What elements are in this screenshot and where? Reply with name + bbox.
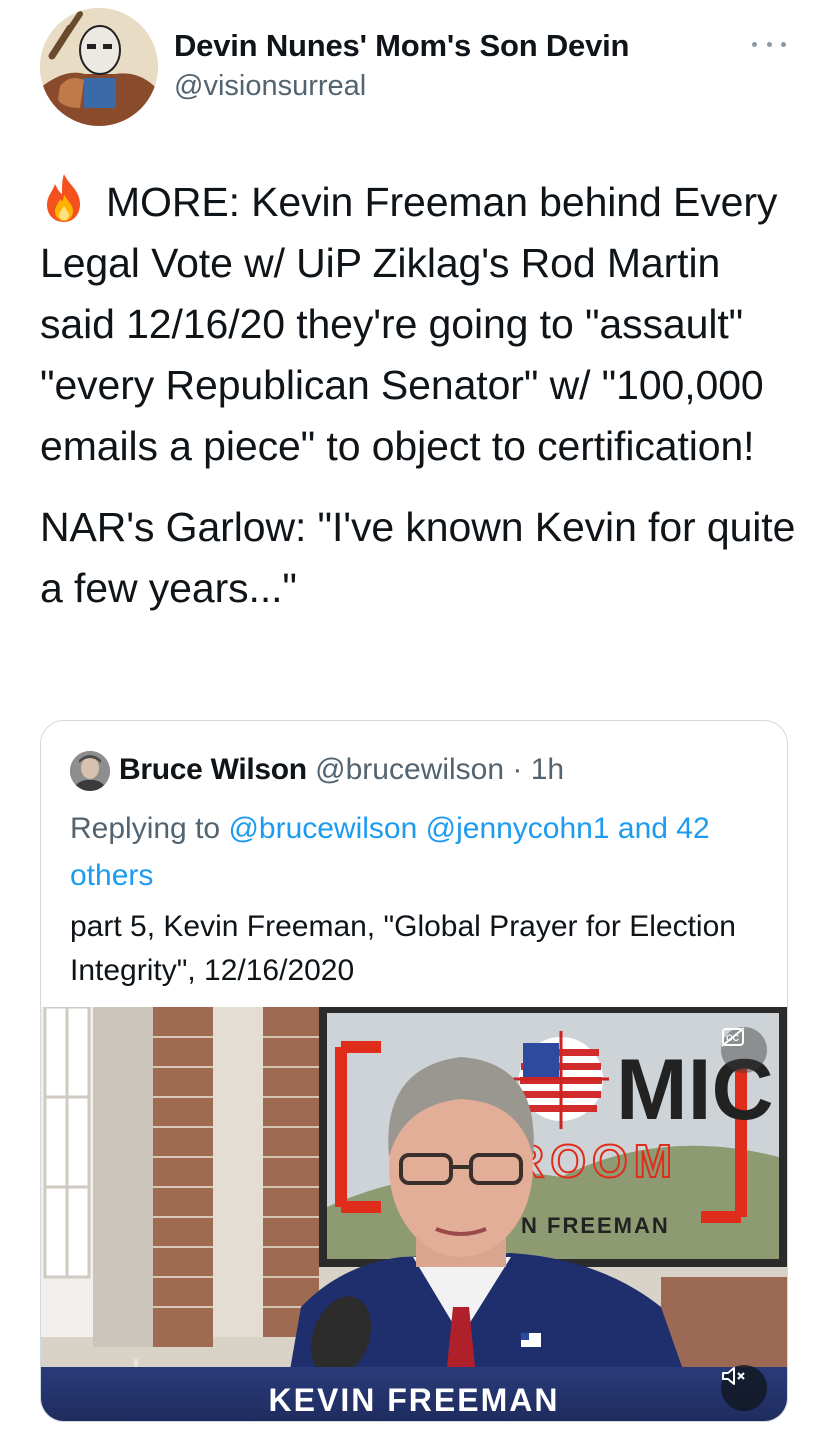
author-handle[interactable]: @visionsurreal xyxy=(174,70,366,103)
tweet-paragraph-2: NAR's Garlow: "I've known Kevin for quit… xyxy=(40,504,796,611)
tweet-text: MORE: Kevin Freeman behind Every Legal V… xyxy=(40,172,800,619)
fire-icon xyxy=(40,172,88,224)
video-player[interactable]: MIC ROOM N FREEMAN KEVIN FREEMAN xyxy=(41,1007,787,1421)
tweet-paragraph-1: MORE: Kevin Freeman behind Every Legal V… xyxy=(40,179,778,469)
quoted-text: part 5, Kevin Freeman, "Global Prayer fo… xyxy=(70,910,736,987)
closed-captions-icon[interactable]: CC xyxy=(721,1027,767,1073)
more-options-icon[interactable] xyxy=(752,36,786,52)
author-name[interactable]: Devin Nunes' Mom's Son Devin xyxy=(174,28,629,64)
speaker-muted-icon[interactable] xyxy=(721,1365,767,1411)
video-lower-third: KEVIN FREEMAN xyxy=(41,1367,787,1421)
quoted-author-name[interactable]: Bruce Wilson xyxy=(119,753,307,786)
quoted-timestamp[interactable]: · 1h xyxy=(504,753,564,786)
backdrop-name-text: N FREEMAN xyxy=(521,1213,670,1238)
backdrop-room-text: ROOM xyxy=(511,1135,678,1187)
quoted-author-handle[interactable]: @brucewilson xyxy=(315,753,504,786)
author-avatar[interactable] xyxy=(40,8,158,126)
replying-to-label: Replying to xyxy=(70,812,229,845)
quoted-author-avatar[interactable] xyxy=(70,751,110,791)
replying-to: Replying to @brucewilson @jennycohn1 and… xyxy=(70,805,770,899)
quoted-tweet[interactable]: Bruce Wilson @brucewilson · 1h Replying … xyxy=(40,720,788,1422)
quoted-header: Bruce Wilson @brucewilson · 1h xyxy=(119,753,564,787)
video-caption-name: KEVIN FREEMAN xyxy=(268,1382,560,1418)
